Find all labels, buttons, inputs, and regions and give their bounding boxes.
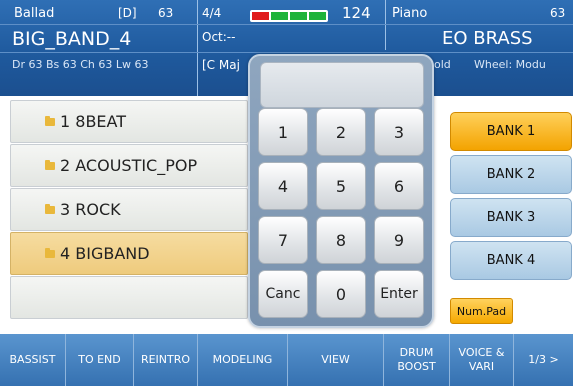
softkey-drum-boost-button[interactable]: DRUM BOOST	[384, 334, 450, 386]
enter-key-button[interactable]: Enter	[374, 270, 424, 318]
beat-light	[271, 12, 288, 20]
style-list-label: 2 ACOUSTIC_POP	[60, 156, 198, 175]
voice-hold: old	[434, 58, 451, 71]
folder-icon	[45, 203, 55, 214]
numeric-keypad: 1 2 3 4 5 6 7 8 9 Canc 0 Enter	[248, 54, 434, 328]
softkey-voice-vari-button[interactable]: VOICE & VARI	[450, 334, 514, 386]
style-flag: [D]	[118, 6, 137, 20]
key-1-button[interactable]: 1	[258, 108, 308, 156]
folder-icon	[45, 247, 55, 258]
style-number: 63	[158, 6, 174, 20]
header-divider	[0, 24, 573, 25]
style-list-label: 3 ROCK	[60, 200, 121, 219]
bank-2-button[interactable]: BANK 2	[450, 155, 572, 194]
bank-1-button[interactable]: BANK 1	[450, 112, 572, 151]
key-8-button[interactable]: 8	[316, 216, 366, 264]
voice-category: Piano	[392, 6, 428, 21]
beat-light	[290, 12, 307, 20]
header-divider	[197, 0, 198, 96]
style-list-label: 1 8BEAT	[60, 112, 127, 131]
style-list-label: 4 BIGBAND	[60, 244, 150, 263]
softkey-bassist-button[interactable]: BASSIST	[0, 334, 66, 386]
softkey-view-button[interactable]: VIEW	[288, 334, 384, 386]
key-5-button[interactable]: 5	[316, 162, 366, 210]
key-value: [C Maj	[202, 58, 240, 72]
style-mix-levels: Dr 63 Bs 63 Ch 63 Lw 63	[12, 58, 149, 71]
key-6-button[interactable]: 6	[374, 162, 424, 210]
softkey-1-3-button[interactable]: 1/3 >	[514, 334, 573, 386]
style-list-item[interactable]	[10, 276, 248, 319]
beat-light	[252, 12, 269, 20]
style-category: Ballad	[14, 6, 55, 21]
softkey-to-end-button[interactable]: TO END	[66, 334, 134, 386]
style-list-item[interactable]: 2 ACOUSTIC_POP	[10, 144, 248, 187]
voice-name[interactable]: EO BRASS	[442, 28, 533, 49]
soft-key-bar: BASSIST TO END REINTRO MODELING VIEW DRUM BOO…	[0, 334, 573, 386]
softkey-reintro-button[interactable]: REINTRO	[134, 334, 198, 386]
header-divider	[385, 0, 386, 50]
style-list-item[interactable]: 3 ROCK	[10, 188, 248, 231]
numpad-display	[260, 62, 424, 108]
key-7-button[interactable]: 7	[258, 216, 308, 264]
folder-icon	[45, 115, 55, 126]
key-3-button[interactable]: 3	[374, 108, 424, 156]
style-list: 1 8BEAT 2 ACOUSTIC_POP 3 ROCK 4 BIGBAND	[0, 100, 250, 322]
octave-value: Oct:--	[202, 30, 236, 44]
voice-number: 63	[550, 6, 566, 20]
beat-indicator	[250, 10, 328, 22]
header-divider	[0, 52, 573, 53]
beat-light	[309, 12, 326, 20]
key-0-button[interactable]: 0	[316, 270, 366, 318]
time-signature: 4/4	[202, 6, 222, 20]
bank-4-button[interactable]: BANK 4	[450, 241, 572, 280]
softkey-modeling-button[interactable]: MODELING	[198, 334, 288, 386]
voice-wheel: Wheel: Modu	[474, 58, 546, 71]
cancel-key-button[interactable]: Canc	[258, 270, 308, 318]
folder-icon	[45, 159, 55, 170]
tempo-value: 124	[342, 4, 371, 22]
numpad-toggle-button[interactable]: Num.Pad	[450, 298, 513, 324]
style-name[interactable]: BIG_BAND_4	[12, 28, 131, 50]
key-4-button[interactable]: 4	[258, 162, 308, 210]
style-list-item[interactable]: 4 BIGBAND	[10, 232, 248, 275]
bank-3-button[interactable]: BANK 3	[450, 198, 572, 237]
key-2-button[interactable]: 2	[316, 108, 366, 156]
key-9-button[interactable]: 9	[374, 216, 424, 264]
style-list-item[interactable]: 1 8BEAT	[10, 100, 248, 143]
